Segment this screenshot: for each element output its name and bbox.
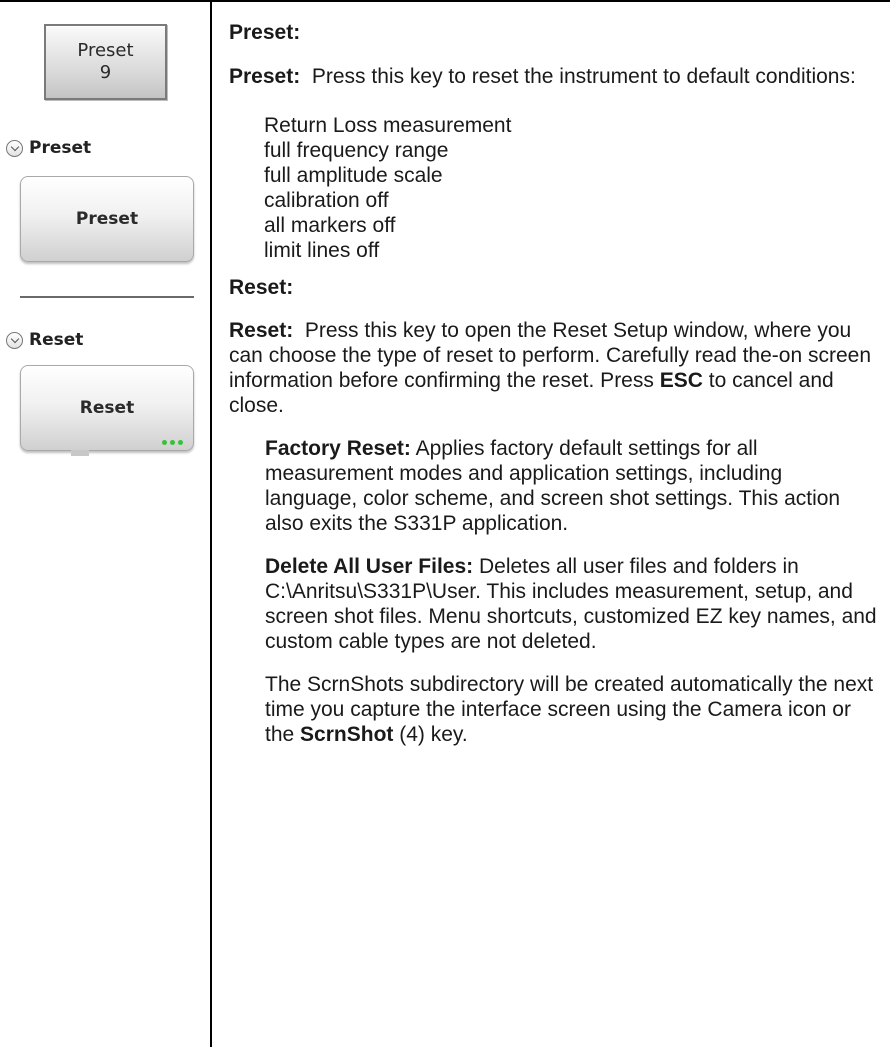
reset-button[interactable]: Reset bbox=[20, 365, 194, 456]
chevron-down-icon bbox=[6, 139, 23, 157]
button-notch bbox=[71, 450, 89, 456]
preset-hard-key-label: Preset bbox=[77, 40, 134, 61]
preset-section-label: Preset bbox=[29, 138, 92, 158]
factory-reset-term: Factory Reset: bbox=[265, 437, 411, 460]
preset-button-label: Preset bbox=[75, 209, 139, 229]
list-item: calibration off bbox=[264, 189, 389, 212]
preset-heading: Preset: bbox=[229, 21, 301, 44]
list-item: full frequency range bbox=[264, 139, 449, 162]
preset-description: Preset: Press this key to reset the inst… bbox=[229, 65, 856, 88]
more-options-icon bbox=[162, 440, 183, 445]
reset-description: Reset: Press this key to open the Reset … bbox=[229, 319, 872, 417]
scrnshot-key: ScrnShot bbox=[300, 723, 394, 746]
list-item: limit lines off bbox=[264, 239, 380, 262]
esc-key: ESC bbox=[659, 369, 703, 392]
preset-hard-key[interactable]: Preset 9 bbox=[44, 24, 167, 100]
chevron-down-icon bbox=[6, 331, 23, 349]
preset-section-toggle[interactable]: Preset bbox=[6, 138, 91, 158]
description-column: Preset: Preset: Press this key to reset … bbox=[229, 20, 879, 747]
preset-conditions-list: Return Loss measurement full frequency r… bbox=[229, 113, 879, 263]
reset-options: Factory Reset: Applies factory default s… bbox=[229, 436, 879, 747]
preset-term: Preset: bbox=[229, 65, 301, 88]
reset-term: Reset: bbox=[229, 319, 294, 342]
top-rule bbox=[0, 0, 890, 2]
list-item: all markers off bbox=[264, 214, 396, 237]
delete-files-term: Delete All User Files: bbox=[265, 555, 474, 578]
list-item: Return Loss measurement bbox=[264, 114, 512, 137]
reset-section-toggle[interactable]: Reset bbox=[6, 330, 83, 350]
factory-reset-description: Factory Reset: Applies factory default s… bbox=[265, 437, 841, 535]
column-divider bbox=[210, 0, 212, 1047]
list-item: full amplitude scale bbox=[264, 164, 443, 187]
preset-hard-key-number: 9 bbox=[99, 62, 112, 83]
delete-files-description: Delete All User Files: Deletes all user … bbox=[265, 555, 877, 653]
reset-section-label: Reset bbox=[29, 330, 84, 350]
preset-button[interactable]: Preset bbox=[20, 176, 194, 262]
reset-button-label: Reset bbox=[79, 398, 135, 418]
menu-separator bbox=[20, 296, 194, 298]
reset-heading: Reset: bbox=[229, 276, 294, 299]
scrnshots-note: The ScrnShots subdirectory will be creat… bbox=[265, 673, 874, 746]
